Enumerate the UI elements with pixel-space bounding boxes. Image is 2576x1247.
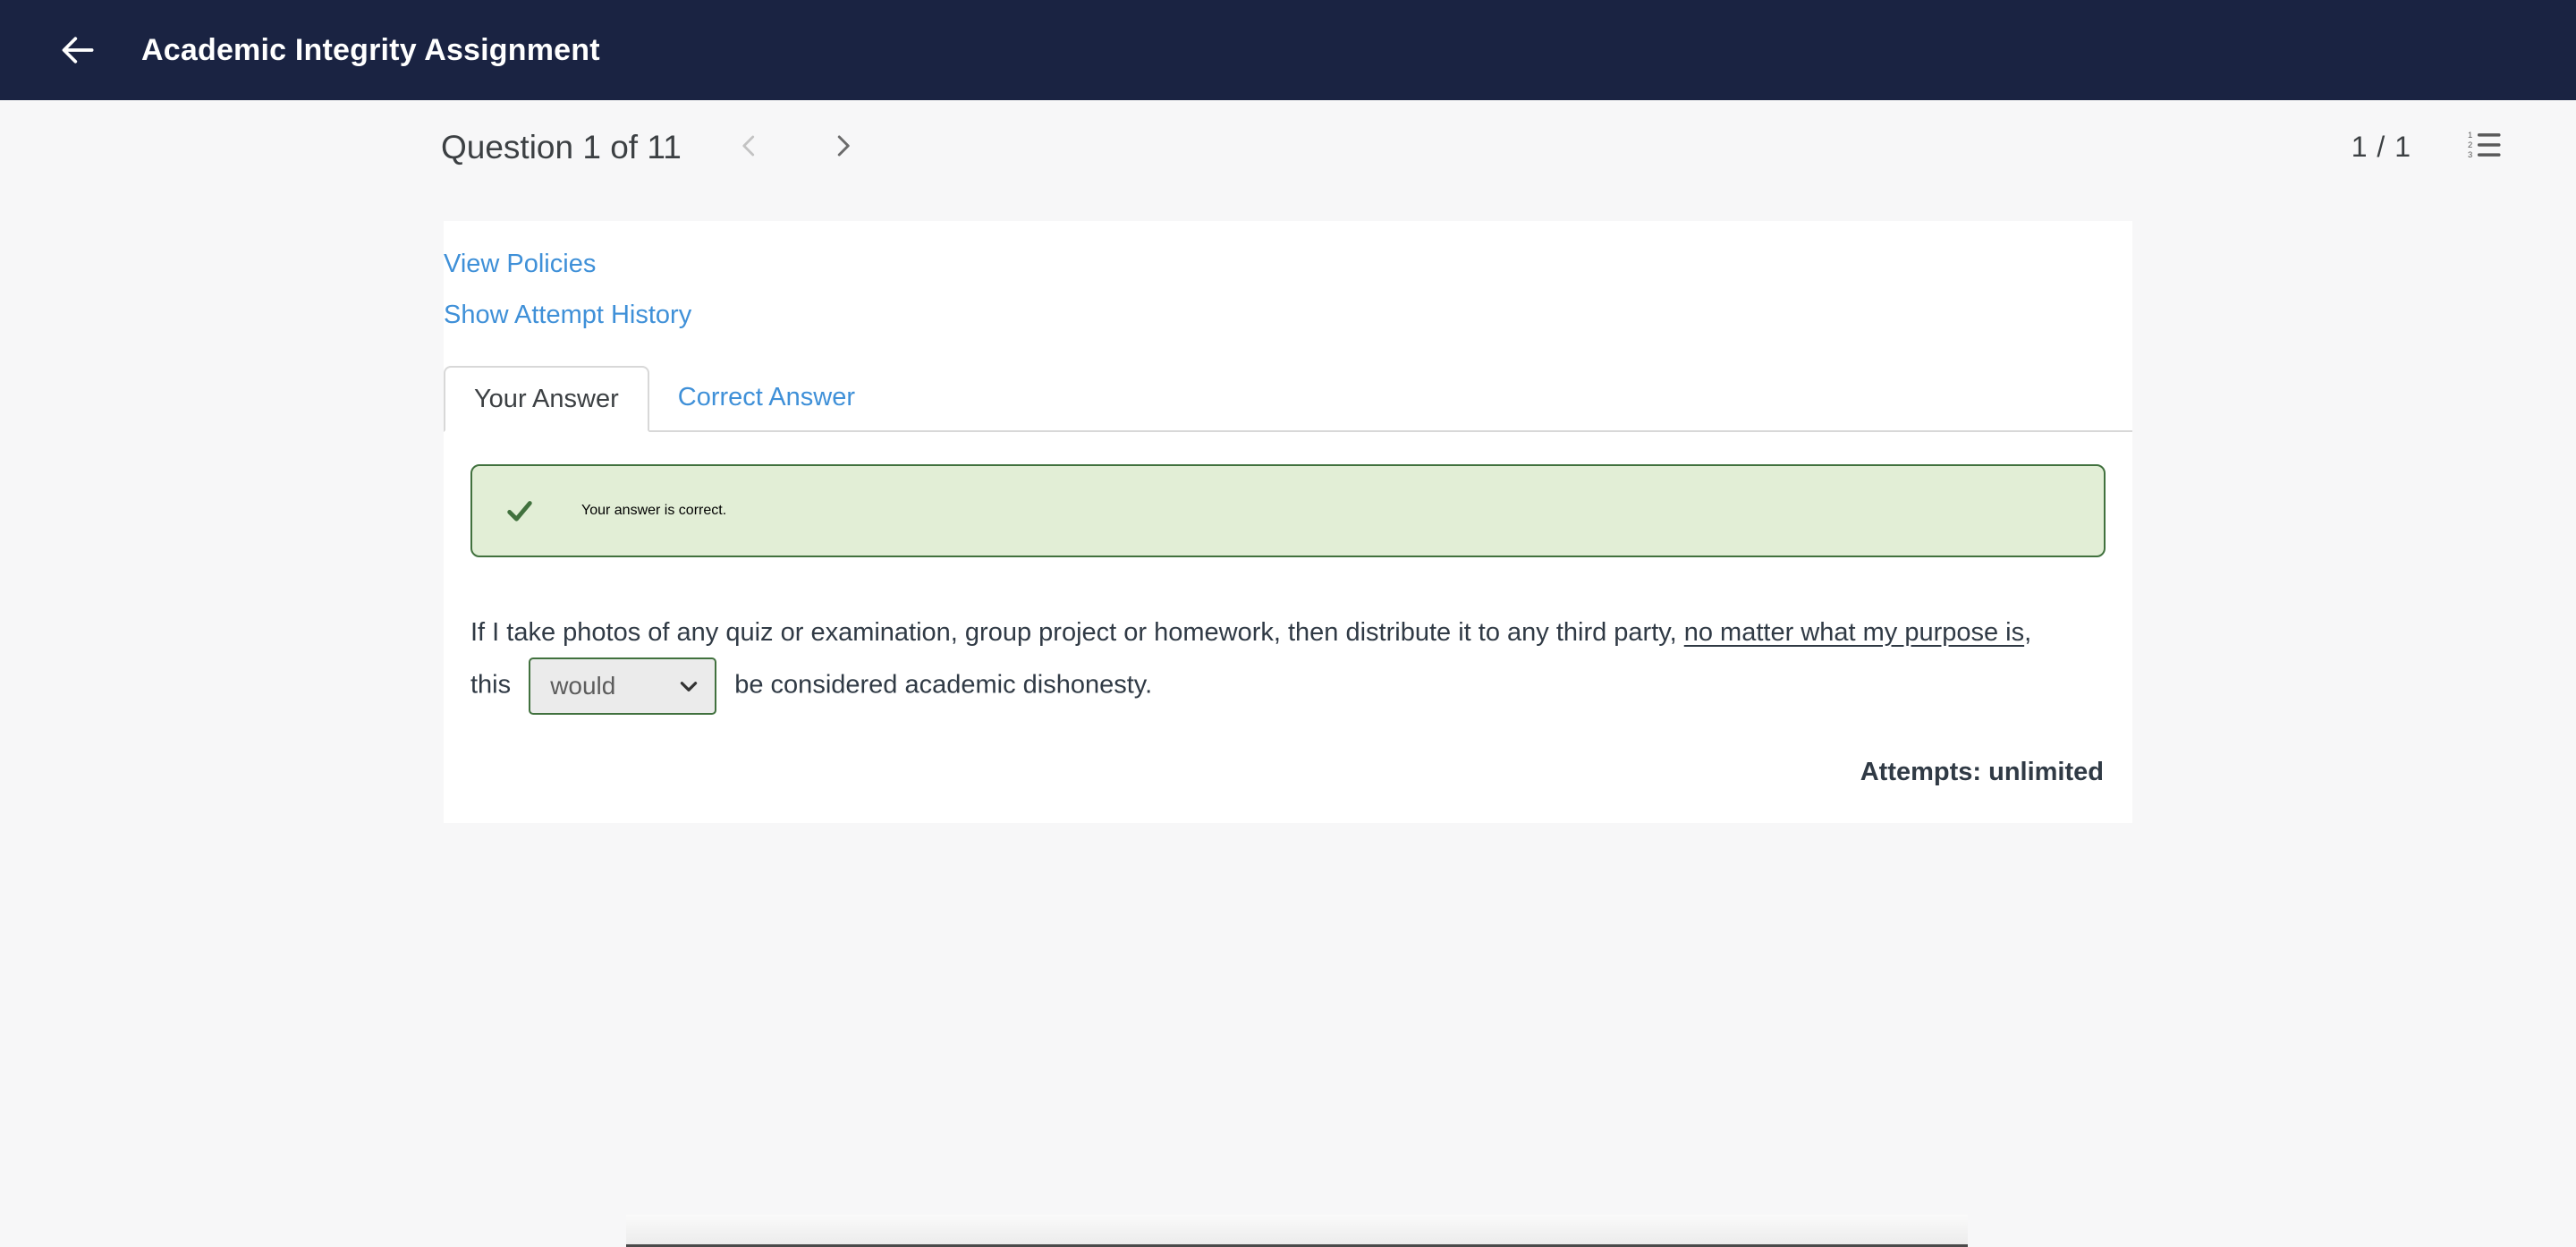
- chevron-left-icon: [736, 132, 763, 162]
- chevron-right-icon: [829, 132, 856, 162]
- checkmark-icon: [504, 496, 535, 526]
- question-text-part1: If I take photos of any quiz or examinat…: [470, 618, 1684, 647]
- tab-your-answer[interactable]: Your Answer: [444, 366, 649, 432]
- answer-dropdown[interactable]: would: [529, 657, 717, 715]
- status-banner-correct: Your answer is correct.: [470, 464, 2106, 557]
- next-question-button[interactable]: [818, 123, 868, 173]
- question-nav-right-group: 1 / 1 1 2 3: [2351, 128, 2522, 167]
- page-indicator: 1 / 1: [2351, 131, 2411, 163]
- question-text-part3: be considered academic dishonesty.: [727, 670, 1153, 700]
- show-attempt-history-link[interactable]: Show Attempt History: [444, 302, 691, 328]
- tab-correct-answer[interactable]: Correct Answer: [649, 364, 884, 430]
- card-body: Your answer is correct. If I take photos…: [444, 432, 2132, 823]
- question-list-button[interactable]: 1 2 3: [2465, 128, 2504, 167]
- question-navigation-bar: Question 1 of 11 1 / 1 1 2 3: [0, 100, 2576, 194]
- page-title: Academic Integrity Assignment: [141, 32, 600, 67]
- svg-text:3: 3: [2468, 150, 2472, 160]
- question-text: If I take photos of any quiz or examinat…: [470, 607, 2045, 715]
- app-header: Academic Integrity Assignment: [0, 0, 2576, 100]
- view-policies-link[interactable]: View Policies: [444, 251, 596, 277]
- attempts-label: Attempts: unlimited: [1860, 758, 2104, 786]
- question-counter-label: Question 1 of 11: [441, 128, 682, 165]
- previous-question-button[interactable]: [724, 123, 775, 173]
- question-nav-left-group: Question 1 of 11: [0, 123, 868, 173]
- status-banner-text: Your answer is correct.: [581, 503, 727, 518]
- question-card: View Policies Show Attempt History Your …: [444, 221, 2132, 823]
- svg-text:2: 2: [2468, 140, 2472, 150]
- svg-text:1: 1: [2468, 131, 2472, 140]
- numbered-list-icon: 1 2 3: [2468, 129, 2502, 165]
- answer-dropdown-value: would: [550, 672, 616, 700]
- chevron-down-icon: [677, 674, 700, 698]
- back-button[interactable]: [55, 27, 102, 73]
- bottom-chrome-bar: [626, 1215, 1968, 1247]
- question-text-underlined: no matter what my purpose is: [1683, 618, 2025, 647]
- arrow-left-icon: [59, 30, 98, 70]
- card-links-group: View Policies Show Attempt History: [444, 221, 2132, 328]
- answer-tabs: Your Answer Correct Answer: [444, 366, 2132, 432]
